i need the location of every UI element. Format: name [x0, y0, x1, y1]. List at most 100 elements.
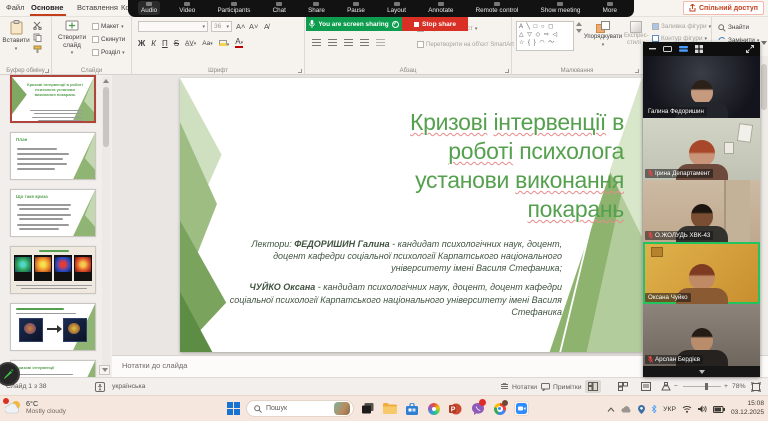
- underline-button[interactable]: П: [162, 39, 168, 48]
- editor-vertical-scrollbar[interactable]: [760, 56, 768, 377]
- zoom-remote-control-button[interactable]: Remote control: [473, 1, 522, 15]
- zoom-slider-knob[interactable]: [705, 383, 708, 390]
- change-case-button[interactable]: Aa▾: [202, 40, 212, 47]
- zoom-more-button[interactable]: More: [600, 1, 620, 15]
- volume-icon[interactable]: [698, 405, 707, 413]
- section-button[interactable]: Розділ▾: [92, 48, 125, 57]
- layout-button[interactable]: Макет▾: [92, 22, 125, 31]
- video-tile-participant-3[interactable]: О.ЖОЛУДЬ ХВК-43: [643, 180, 760, 242]
- zoom-level[interactable]: 78%: [732, 383, 746, 390]
- slide-title-textbox[interactable]: Кризові інтервенції в роботі психолога у…: [289, 108, 624, 224]
- accessibility-icon[interactable]: [95, 382, 105, 392]
- video-tile-participant-1[interactable]: Галина Федоришин: [643, 56, 760, 118]
- zoom-in-button[interactable]: +: [724, 383, 728, 390]
- tray-clock[interactable]: 15:08 03.12.2025: [731, 400, 764, 417]
- convert-smartart-button[interactable]: Перетворити на об'єкт SmartArt▾: [417, 40, 518, 49]
- task-view-button[interactable]: [360, 401, 375, 416]
- drawing-dialog-launcher[interactable]: [635, 69, 639, 73]
- tab-home[interactable]: Основне: [31, 3, 63, 12]
- comments-toggle-button[interactable]: Примітки: [541, 383, 582, 391]
- shrink-font-button[interactable]: A˅: [249, 22, 258, 31]
- slide-thumbnail-4[interactable]: [10, 246, 96, 294]
- location-pin-icon[interactable]: [638, 405, 645, 414]
- zoom-participants-button[interactable]: Participants: [214, 1, 253, 15]
- fit-to-window-button[interactable]: [751, 382, 761, 392]
- paste-button[interactable]: Вставити▾: [2, 20, 30, 52]
- format-painter-icon[interactable]: [33, 45, 42, 54]
- notes-toggle-button[interactable]: Нотатки: [500, 383, 537, 391]
- slideshow-view-button[interactable]: [658, 380, 674, 393]
- zoom-video-window[interactable]: Галина Федоришин Ірина Департамент О.ЖОЛ…: [643, 42, 760, 377]
- ppt-share-button[interactable]: Спільний доступ: [683, 1, 764, 15]
- video-strip-collapse-button[interactable]: [643, 366, 760, 377]
- gallery-view-icon[interactable]: [679, 46, 688, 52]
- paragraph-dialog-launcher[interactable]: [505, 69, 509, 73]
- slide-thumbnail-1[interactable]: Кризові інтервенції в роботі психолога у…: [10, 75, 96, 123]
- zoom-annotate-button[interactable]: Annotate: [425, 1, 456, 15]
- align-center-icon[interactable]: [328, 39, 337, 47]
- font-name-combo[interactable]: ▾: [138, 21, 208, 32]
- reset-button[interactable]: Скинути: [92, 35, 125, 44]
- minimize-icon[interactable]: [649, 48, 656, 50]
- zoom-pause-button[interactable]: Pause: [344, 1, 368, 15]
- photos-button[interactable]: [426, 401, 441, 416]
- taskbar-search-box[interactable]: Пошук: [246, 400, 354, 417]
- slide-thumbnail-3[interactable]: Що таке криза: [10, 189, 96, 237]
- reading-view-button[interactable]: [638, 380, 654, 393]
- justify-icon[interactable]: [360, 39, 369, 47]
- zoom-show-meeting-button[interactable]: Show meeting: [538, 1, 584, 15]
- arrange-button[interactable]: Упорядкувати▾: [582, 21, 624, 49]
- slide-thumbnail-2[interactable]: План: [10, 132, 96, 180]
- slide-thumbnail-6[interactable]: Кризові інтервенції: [10, 360, 96, 377]
- shapes-gallery[interactable]: A ╲ □ ○ ◻△ ▽ ◇ ⇨ ◁☆ { } ◠ ～: [516, 21, 574, 51]
- battery-icon[interactable]: [713, 406, 725, 413]
- font-dialog-launcher[interactable]: [298, 69, 302, 73]
- zoom-share-button[interactable]: Share: [305, 1, 328, 15]
- align-right-icon[interactable]: [344, 39, 353, 47]
- current-slide-canvas[interactable]: Кризові інтервенції в роботі психолога у…: [180, 78, 642, 352]
- thumbnails-scroll-down-button[interactable]: [99, 365, 110, 375]
- onedrive-cloud-icon[interactable]: [621, 405, 632, 413]
- language-indicator[interactable]: УКР: [663, 406, 676, 413]
- clipboard-dialog-launcher[interactable]: [45, 69, 49, 73]
- wifi-icon[interactable]: [682, 405, 692, 413]
- cut-icon[interactable]: [33, 21, 42, 30]
- zoom-slider[interactable]: [683, 386, 721, 387]
- tab-file[interactable]: Файл: [6, 3, 24, 12]
- powerpoint-button[interactable]: P: [448, 401, 463, 416]
- microsoft-store-button[interactable]: [404, 401, 419, 416]
- language-button[interactable]: українська: [112, 383, 145, 390]
- strikethrough-button[interactable]: S: [174, 39, 179, 48]
- normal-view-button[interactable]: [585, 380, 601, 393]
- viber-button[interactable]: [470, 401, 485, 416]
- slide-sorter-view-button[interactable]: [615, 380, 631, 393]
- thumbnails-scrollbar[interactable]: [102, 77, 110, 369]
- video-tile-participant-5[interactable]: Арслан Бердієв: [643, 304, 760, 366]
- italic-button[interactable]: К: [151, 39, 156, 48]
- video-tile-participant-2[interactable]: Ірина Департамент: [643, 118, 760, 180]
- copy-icon[interactable]: [33, 33, 42, 42]
- zoom-app-button[interactable]: [514, 401, 529, 416]
- start-button[interactable]: [226, 401, 241, 416]
- video-tile-participant-4[interactable]: Оксана Чуйко: [643, 242, 760, 304]
- zoom-video-button[interactable]: Video: [176, 1, 198, 15]
- bold-button[interactable]: Ж: [138, 39, 145, 48]
- grid-view-icon[interactable]: [695, 45, 703, 53]
- collapse-ribbon-chevron[interactable]: [761, 45, 767, 54]
- clear-formatting-button[interactable]: A̸: [264, 22, 269, 31]
- align-left-icon[interactable]: [312, 39, 321, 47]
- shape-fill-button[interactable]: Заливка фігури▾: [652, 22, 711, 31]
- chrome-button[interactable]: [492, 401, 507, 416]
- slide-thumbnail-5[interactable]: [10, 303, 96, 351]
- zoom-layout-button[interactable]: Layout: [384, 1, 409, 15]
- hidden-icons-chevron[interactable]: [607, 407, 615, 412]
- bluetooth-icon[interactable]: [651, 405, 657, 413]
- file-explorer-button[interactable]: [382, 401, 397, 416]
- weather-widget[interactable]: 6°CMostly cloudy: [5, 399, 66, 415]
- slide-body-textbox[interactable]: Лектори: ФЕДОРИШИН Галина - кандидат пси…: [217, 238, 562, 325]
- find-button[interactable]: Знайти: [718, 23, 749, 32]
- new-slide-button[interactable]: Створити слайд▾: [56, 20, 88, 57]
- expand-icon[interactable]: [746, 45, 754, 53]
- text-highlight-button[interactable]: ▾: [219, 39, 230, 48]
- columns-icon[interactable]: [376, 39, 385, 47]
